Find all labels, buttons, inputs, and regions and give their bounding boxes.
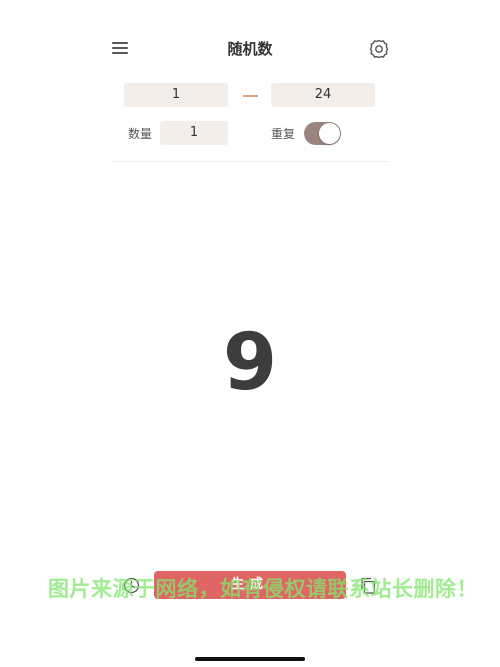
repeat-label: 重复: [271, 127, 296, 141]
repeat-toggle[interactable]: [304, 122, 341, 145]
clock-icon[interactable]: [123, 577, 140, 594]
menu-icon[interactable]: [112, 40, 130, 56]
range-separator: [243, 95, 258, 97]
home-indicator[interactable]: [195, 657, 305, 661]
copy-icon[interactable]: [360, 577, 376, 594]
quantity-label: 数量: [128, 127, 153, 141]
quantity-input[interactable]: 1: [160, 121, 228, 145]
max-value-input[interactable]: 24: [271, 83, 375, 107]
page-title: 随机数: [227, 40, 273, 58]
gear-icon[interactable]: [368, 38, 390, 60]
generate-button[interactable]: 生成: [154, 571, 346, 599]
toggle-knob: [319, 123, 340, 144]
result-number: 9: [222, 318, 278, 408]
min-value-input[interactable]: 1: [124, 83, 228, 107]
divider: [112, 161, 388, 162]
